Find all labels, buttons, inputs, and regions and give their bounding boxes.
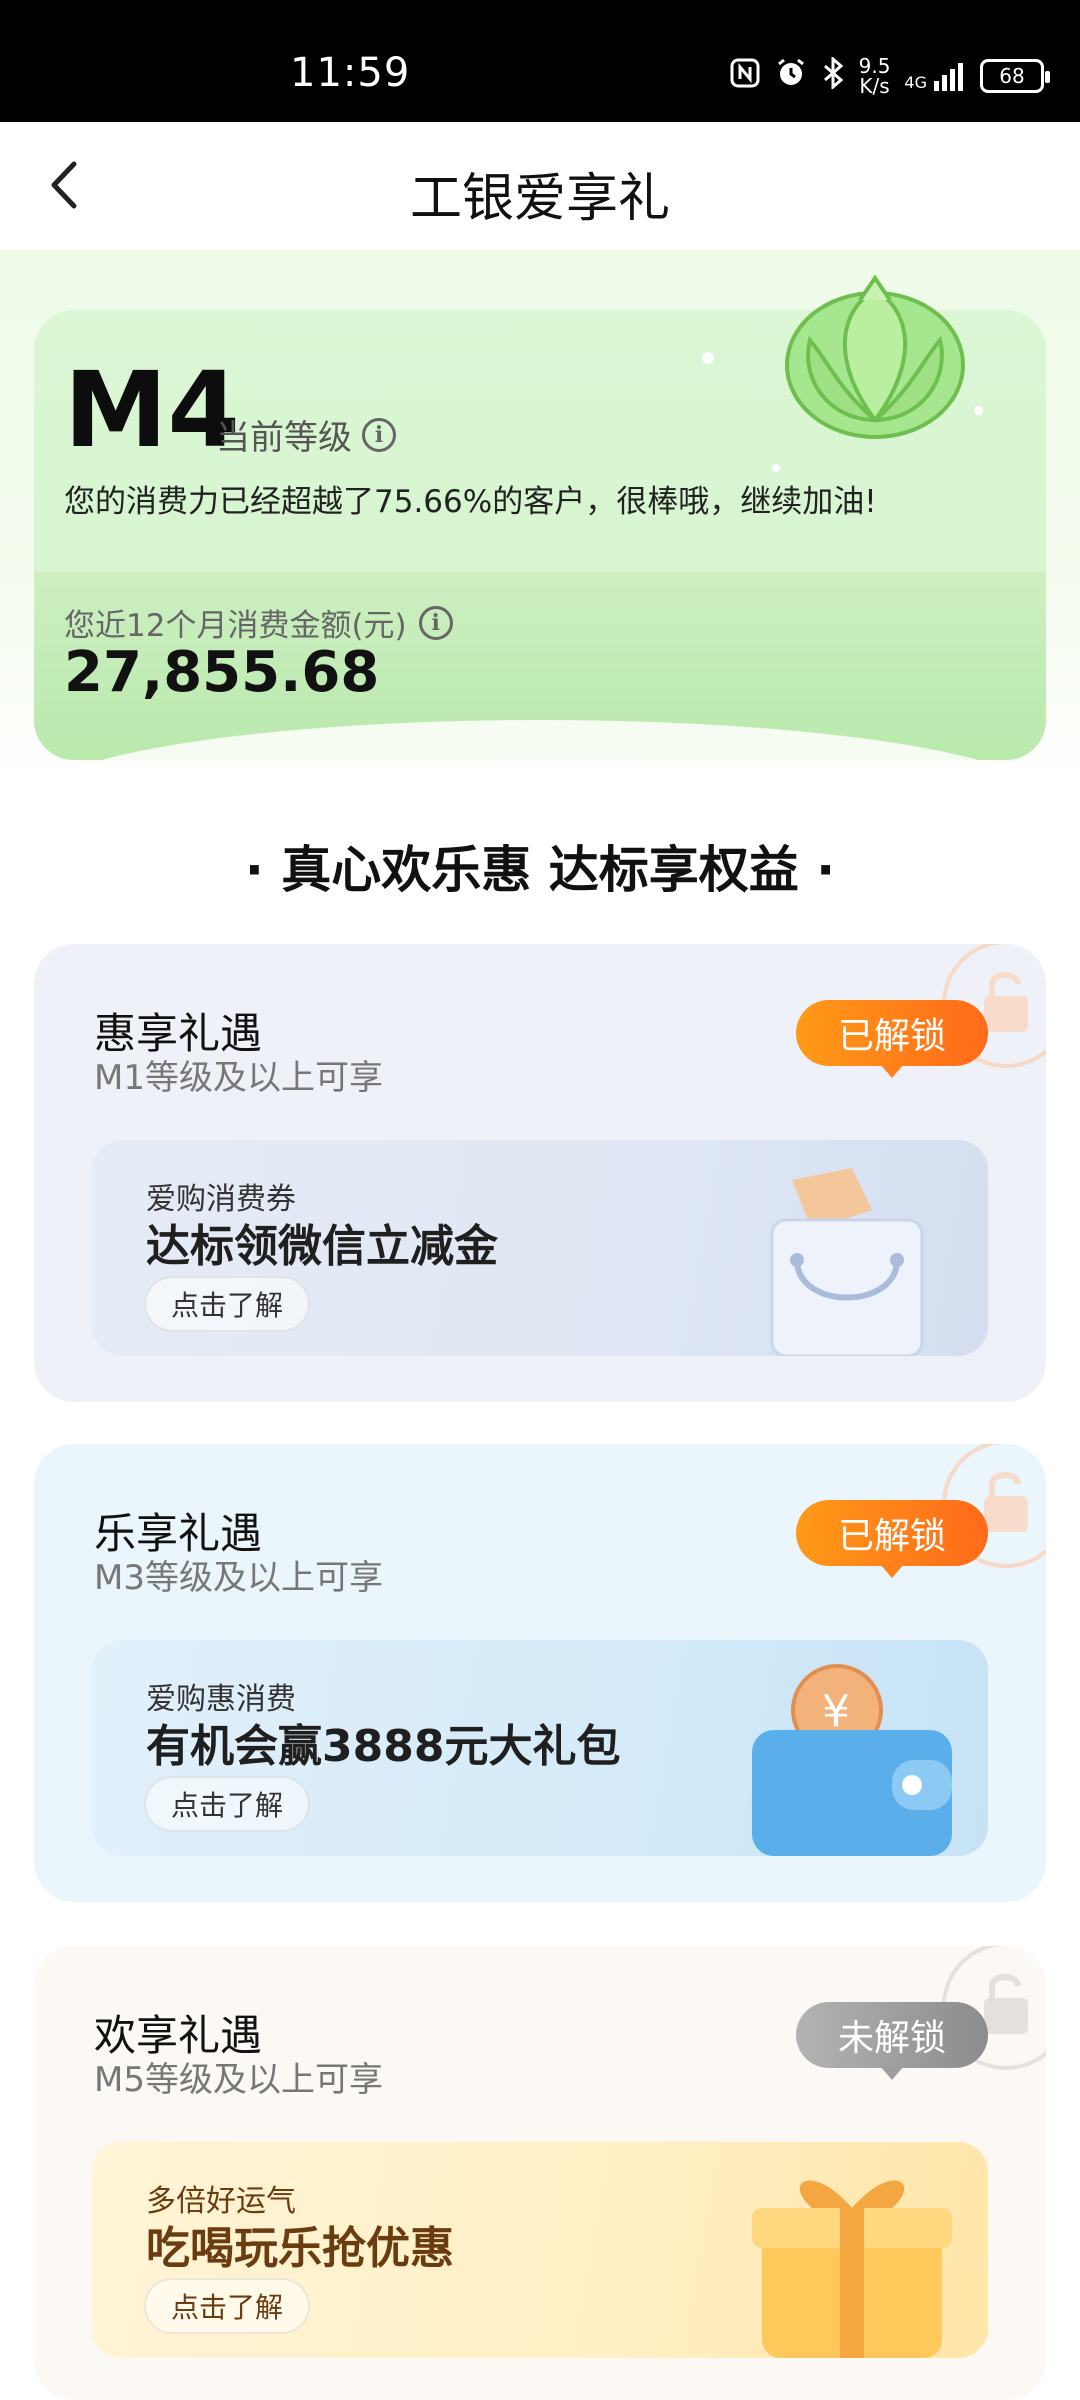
offer-banner[interactable]: 多倍好运气 吃喝玩乐抢优惠 点击了解 xyxy=(92,2142,988,2358)
nfc-icon xyxy=(729,57,761,95)
status-bar: 11:59 9.5 K/s 4G 68 xyxy=(0,0,1080,122)
gift-box-icon xyxy=(752,2180,952,2358)
net-speed-unit: K/s xyxy=(859,74,890,98)
status-badge: 已解锁 xyxy=(796,1500,988,1578)
learn-more-button[interactable]: 点击了解 xyxy=(144,1276,310,1332)
level-info-icon[interactable]: i xyxy=(362,417,396,452)
lotus-badge-icon xyxy=(785,274,965,439)
spend-amount: 27,855.68 xyxy=(64,640,380,705)
app-header: 工银爱享礼 xyxy=(0,122,1080,250)
spend-info-icon[interactable]: i xyxy=(418,605,453,640)
status-badge: 已解锁 xyxy=(796,1000,988,1078)
benefit-requirement: M5等级及以上可享 xyxy=(94,2060,383,2100)
net-speed: 9.5 K/s xyxy=(859,56,891,96)
learn-more-button[interactable]: 点击了解 xyxy=(144,2278,310,2334)
wallet-icon: ¥ xyxy=(752,1664,952,1856)
bluetooth-icon xyxy=(821,55,845,95)
status-time: 11:59 xyxy=(290,50,411,96)
shopping-bag-icon xyxy=(770,1168,924,1356)
benefit-requirement: M3等级及以上可享 xyxy=(94,1558,383,1598)
benefit-card-huanxiang: 欢享礼遇 M5等级及以上可享 未解锁 多倍好运气 吃喝玩乐抢优惠 点击了解 xyxy=(34,1946,1046,2400)
offer-title: 吃喝玩乐抢优惠 xyxy=(146,2223,454,2274)
offer-banner[interactable]: 爱购消费券 达标领微信立减金 点击了解 xyxy=(92,1140,988,1356)
member-level: M4 xyxy=(64,349,240,471)
battery-icon: 68 xyxy=(980,59,1050,93)
svg-text:¥: ¥ xyxy=(822,1686,850,1737)
status-icons: 9.5 K/s 4G 68 xyxy=(729,55,1050,96)
offer-banner[interactable]: 爱购惠消费 有机会赢3888元大礼包 点击了解 ¥ xyxy=(92,1640,988,1856)
sparkle-decoration xyxy=(772,464,780,472)
spend-label: 您近12个月消费金额(元) i xyxy=(64,600,453,645)
sparkle-decoration xyxy=(974,406,983,415)
level-caption: 当前等级 i xyxy=(216,410,396,459)
page-title: 工银爱享礼 xyxy=(409,169,670,229)
benefit-card-huixiang: 惠享礼遇 M1等级及以上可享 已解锁 爱购消费券 达标领微信立减金 点击了解 xyxy=(34,944,1046,1402)
learn-more-button[interactable]: 点击了解 xyxy=(144,1776,310,1832)
sparkle-decoration xyxy=(702,352,714,364)
network-type: 4G xyxy=(904,73,927,92)
spend-label-text: 您近12个月消费金额(元) xyxy=(64,608,407,644)
level-description: 您的消费力已经超越了75.66%的客户，很棒哦，继续加油! xyxy=(64,484,877,520)
status-badge: 未解锁 xyxy=(796,2002,988,2080)
net-speed-value: 9.5 xyxy=(858,54,891,78)
level-caption-text: 当前等级 xyxy=(216,418,352,458)
signal-icon: 4G xyxy=(904,61,966,91)
offer-title: 有机会赢3888元大礼包 xyxy=(146,1721,621,1772)
benefit-card-lexiang: 乐享礼遇 M3等级及以上可享 已解锁 爱购惠消费 有机会赢3888元大礼包 点击… xyxy=(34,1444,1046,1902)
alarm-icon xyxy=(775,57,807,95)
section-title: · 真心欢乐惠 达标享权益 · xyxy=(244,841,836,899)
benefit-requirement: M1等级及以上可享 xyxy=(94,1058,383,1098)
offer-title: 达标领微信立减金 xyxy=(146,1221,498,1272)
